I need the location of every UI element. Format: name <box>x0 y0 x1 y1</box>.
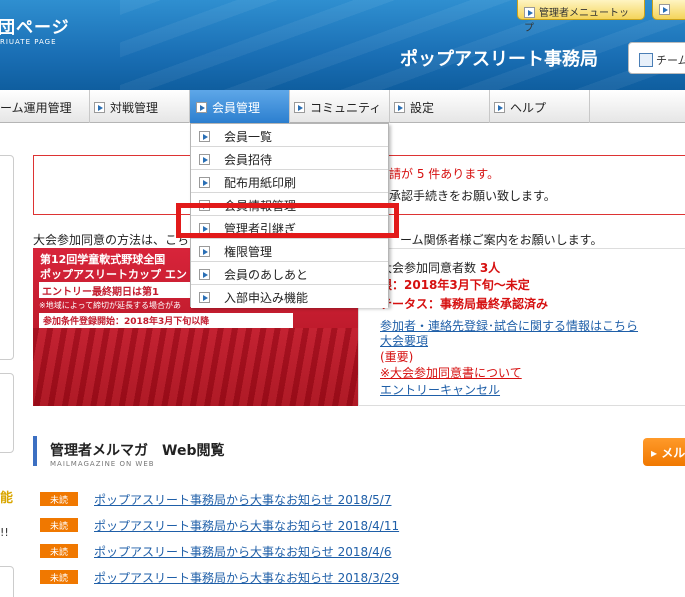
top-extra-button[interactable] <box>652 0 685 20</box>
arrow-icon <box>494 102 505 113</box>
banner-deadline: エントリー最終期日は第1 <box>39 282 204 298</box>
consent-count-value: 3人 <box>479 261 501 275</box>
pending-count-text: 請が 5 件あります。 <box>389 167 500 181</box>
arrow-icon <box>659 4 670 15</box>
team-box-label: チーム <box>656 54 685 67</box>
consent-count-label: 大会参加同意者数 <box>380 261 480 275</box>
arrow-icon <box>199 292 210 303</box>
news-link[interactable]: ポップアスリート事務局から大事なお知らせ 2018/4/6 <box>94 543 391 560</box>
banner-subtitle: ポップアスリートカップ エン <box>40 268 187 281</box>
unread-badge: 未読 <box>40 544 78 558</box>
arrow-icon <box>199 269 210 280</box>
menu-item-permissions[interactable]: 権限管理 <box>191 239 388 262</box>
nav-community[interactable]: コミュニティ <box>290 90 390 123</box>
nav-label: コミュニティ <box>310 101 382 115</box>
menu-item-label: 入部申込み機能 <box>224 291 309 305</box>
nav-label: ヘルプ <box>510 101 547 115</box>
news-link[interactable]: ポップアスリート事務局から大事なお知らせ 2018/5/7 <box>94 491 391 508</box>
mailmag-subtitle: MAILMAGAZINE ON WEB <box>50 460 155 468</box>
arrow-icon <box>524 7 535 18</box>
menu-item-print-forms[interactable]: 配布用紙印刷 <box>191 170 388 193</box>
logo-subtitle: RIUATE PAGE <box>0 38 57 46</box>
arrow-icon <box>294 102 305 113</box>
news-link[interactable]: ポップアスリート事務局から大事なお知らせ 2018/4/11 <box>94 517 399 534</box>
left-side-panel <box>0 373 14 453</box>
news-link[interactable]: ポップアスリート事務局から大事なお知らせ 2018/3/29 <box>94 569 399 586</box>
main-nav: ーム運用管理 対戦管理 会員管理 コミュニティ 設定 ヘルプ <box>0 90 685 123</box>
nav-help[interactable]: ヘルプ <box>490 90 590 123</box>
banner-title: 第12回学童軟式野球全国 <box>40 253 166 266</box>
entry-cancel-link[interactable]: エントリーキャンセル <box>380 381 500 398</box>
document-icon <box>639 53 653 67</box>
site-header: 団ページ RIUATE PAGE 管理者メニュートップ ポップアスリート事務局 … <box>0 0 685 90</box>
menu-item-join-application[interactable]: 入部申込み機能 <box>191 285 388 308</box>
approval-request-text: 承認手続きをお願い致します。 <box>389 189 556 203</box>
office-name: ポップアスリート事務局 <box>400 49 598 70</box>
menu-item-label: 配布用紙印刷 <box>224 176 297 190</box>
consent-count: 大会参加同意者数 3人 <box>380 259 500 276</box>
left-side-panel <box>0 566 14 597</box>
banner-note: ※地域によって締切が延長する場合があ <box>39 301 182 310</box>
arrow-icon <box>394 102 405 113</box>
arrow-icon <box>94 102 105 113</box>
nav-label: 設定 <box>410 101 435 115</box>
left-side-text: 能 <box>0 491 14 506</box>
left-side-text: !! <box>0 526 9 539</box>
arrow-icon <box>199 154 210 165</box>
tournament-rules-link[interactable]: 大会要項 <box>380 332 428 349</box>
consent-document-link[interactable]: ※大会参加同意書について <box>380 364 522 381</box>
menu-item-label: 会員のあしあと <box>224 268 309 282</box>
menu-item-label: 権限管理 <box>224 245 273 259</box>
menu-item-label: 会員招待 <box>224 153 273 167</box>
section-accent-bar <box>33 436 37 466</box>
players-silhouette-image <box>33 328 358 406</box>
nav-match-management[interactable]: 対戦管理 <box>90 90 190 123</box>
nav-member-management[interactable]: 会員管理 <box>190 90 290 123</box>
nav-label: 対戦管理 <box>110 101 159 115</box>
entry-status: テータス：事務局最終承認済み <box>380 297 549 311</box>
admin-menu-top-button[interactable]: 管理者メニュートップ <box>517 0 645 34</box>
menu-item-label: 会員一覧 <box>224 130 273 144</box>
nav-settings[interactable]: 設定 <box>390 90 490 123</box>
arrow-icon <box>199 246 210 257</box>
menu-item-member-list[interactable]: 会員一覧 <box>191 124 388 147</box>
unread-badge: 未読 <box>40 570 78 584</box>
left-side-panel <box>0 155 14 360</box>
consent-guidance-text: ーム関係者様ご案内をお願いします。 <box>400 233 603 247</box>
consent-method-text: 大会参加同意の方法は、こち <box>33 233 190 247</box>
logo-title: 団ページ <box>0 18 70 38</box>
mailmag-button[interactable]: ▸ メル <box>643 438 685 466</box>
unread-badge: 未読 <box>40 518 78 532</box>
arrow-icon <box>199 131 210 142</box>
entry-deadline: 限：2018年3月下旬～未定 <box>380 278 530 292</box>
highlight-annotation-box <box>176 203 399 238</box>
nav-team-management[interactable]: ーム運用管理 <box>0 90 90 123</box>
nav-label: ーム運用管理 <box>0 101 72 115</box>
menu-item-member-footprints[interactable]: 会員のあしあと <box>191 262 388 285</box>
banner-registration-start: 参加条件登録開始：2018年3月下旬以降 <box>39 313 293 328</box>
team-page-button[interactable]: チーム <box>628 42 685 74</box>
nav-label: 会員管理 <box>212 101 261 115</box>
unread-badge: 未読 <box>40 492 78 506</box>
menu-item-invite-member[interactable]: 会員招待 <box>191 147 388 170</box>
mailmag-title: 管理者メルマガ Web閲覧 <box>50 443 225 459</box>
arrow-icon <box>196 102 207 113</box>
arrow-icon <box>199 177 210 188</box>
important-label: (重要) <box>380 350 414 364</box>
